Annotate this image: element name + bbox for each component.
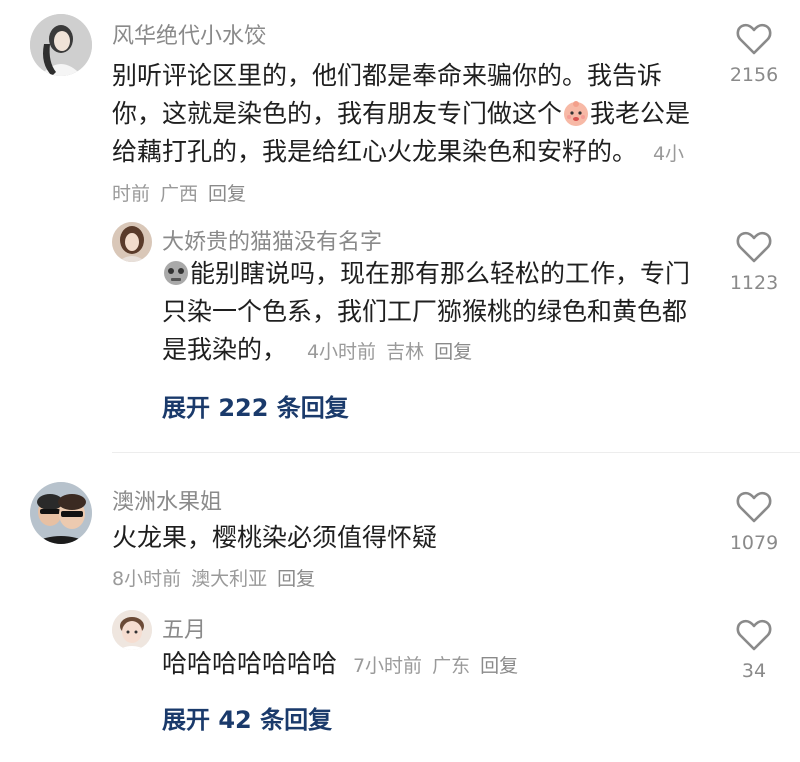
reply-author[interactable]: 大娇贵的猫猫没有名字: [162, 224, 382, 256]
expand-replies-link[interactable]: 展开 42 条回复: [162, 700, 332, 735]
avatar[interactable]: [30, 482, 92, 544]
comment-text: 别听评论区里的，他们都是奉命来骗你的。我告诉你，这就是染色的，我有朋友专门做这个…: [112, 57, 697, 213]
reply-location: 广东: [432, 655, 471, 677]
like-count: 1123: [729, 272, 779, 294]
reply-text-body: 哈哈哈哈哈哈哈: [162, 649, 338, 678]
comment-author[interactable]: 澳洲水果姐: [112, 484, 222, 516]
like-button[interactable]: 2156: [726, 22, 782, 86]
expand-replies-link[interactable]: 展开 222 条回复: [162, 388, 349, 423]
heart-icon: [736, 619, 772, 651]
avatar-couple-image: [30, 482, 92, 544]
like-count: 2156: [729, 64, 779, 86]
comment-item: 风华绝代小水饺 别听评论区里的，他们都是奉命来骗你的。我告诉你，这就是染色的，我…: [0, 0, 800, 440]
avatar-child-image: [112, 610, 152, 650]
reply-button[interactable]: 回复: [480, 655, 518, 677]
baby-face-emoji-icon: [564, 101, 589, 126]
like-count: 34: [741, 660, 767, 682]
reply-text: 哈哈哈哈哈哈哈 7小时前 广东 回复: [162, 645, 692, 685]
avatar-woman-image: [112, 222, 152, 262]
like-count: 1079: [729, 532, 779, 554]
reply-time: 7小时前: [352, 655, 423, 677]
comment-item: 澳洲水果姐 火龙果，樱桃染必须值得怀疑 8小时前 澳大利亚 回复 1079 五月 哈…: [0, 460, 800, 760]
reply-text: 能别瞎说吗，现在那有那么轻松的工作，专门只染一个色系，我们工厂猕猴桃的绿色和黄色…: [162, 255, 692, 371]
comment-time: 8小时前: [112, 568, 182, 590]
reply-location: 吉林: [386, 341, 425, 363]
heart-icon: [736, 231, 772, 263]
avatar[interactable]: [30, 14, 92, 76]
reply-button[interactable]: 回复: [208, 183, 246, 205]
skull-face-emoji-icon: [164, 261, 188, 285]
like-button[interactable]: 1079: [726, 490, 782, 554]
reply-button[interactable]: 回复: [434, 341, 472, 363]
like-button[interactable]: 34: [726, 618, 782, 682]
comment-location: 澳大利亚: [191, 568, 268, 590]
comment-author[interactable]: 风华绝代小水饺: [112, 18, 266, 50]
heart-icon: [736, 23, 772, 55]
reply-time: 4小时前: [306, 341, 377, 363]
reply-avatar[interactable]: [112, 610, 152, 650]
comment-meta: 8小时前 澳大利亚 回复: [112, 564, 325, 591]
reply-avatar[interactable]: [112, 222, 152, 262]
heart-icon: [736, 491, 772, 523]
reply-button[interactable]: 回复: [277, 568, 315, 590]
avatar-woman-image: [30, 14, 92, 76]
comment-location: 广西: [160, 183, 199, 205]
divider: [112, 452, 800, 453]
reply-meta: 4小时前 吉林 回复: [307, 341, 482, 363]
reply-meta: 7小时前 广东 回复: [353, 655, 528, 677]
like-button[interactable]: 1123: [726, 230, 782, 294]
comment-text: 火龙果，樱桃染必须值得怀疑: [112, 523, 438, 552]
reply-author[interactable]: 五月: [162, 612, 206, 644]
